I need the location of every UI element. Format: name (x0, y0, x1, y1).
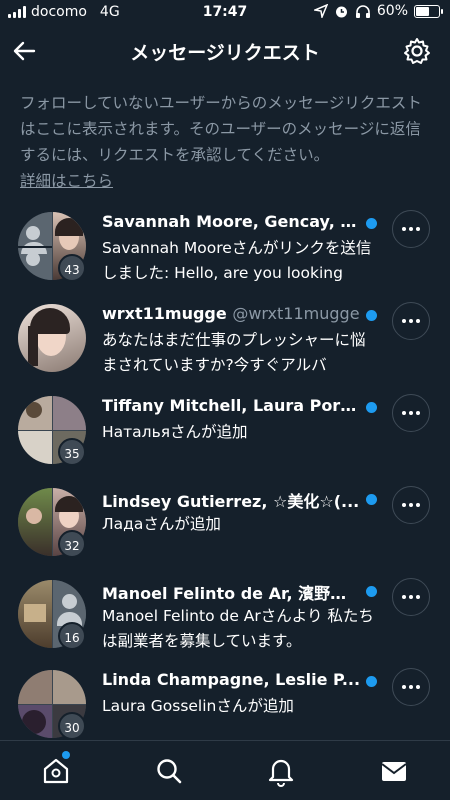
alarm-icon (335, 6, 347, 17)
more-options-button[interactable] (392, 486, 430, 524)
battery-percent: 60% (376, 3, 408, 19)
location-icon (313, 4, 328, 18)
request-title: Tiffany Mitchell, Laura Port... (102, 396, 362, 415)
request-preview: Manoel Felinto de Arさんより 私たちは副業者を募集しています… (102, 607, 374, 650)
notification-dot (62, 751, 70, 759)
bottom-nav (0, 740, 450, 800)
unread-dot (366, 676, 377, 687)
more-icon (402, 503, 420, 507)
more-options-button[interactable] (392, 210, 430, 248)
more-icon (402, 319, 420, 323)
notice-text: フォローしていないユーザーからのメッセージリクエストはここに表示されます。そのユ… (20, 94, 422, 164)
gear-icon[interactable] (402, 36, 432, 66)
bell-icon (268, 759, 294, 787)
headphones-icon (355, 4, 370, 18)
request-handle: @wrxt11mugge (232, 304, 360, 323)
more-icon (402, 411, 420, 415)
request-preview: あなたはまだ仕事のプレッシャーに悩まされていますか?今すぐアルバ (102, 331, 366, 374)
request-title: Lindsey Gutierrez, ☆美化☆(... (102, 492, 360, 511)
notice: フォローしていないユーザーからのメッセージリクエストはここに表示されます。そのユ… (20, 90, 430, 194)
request-name: wrxt11mugge (102, 304, 227, 323)
member-count-badge: 43 (58, 254, 86, 282)
battery-icon (414, 4, 443, 18)
search-icon (157, 759, 182, 784)
more-options-button[interactable] (392, 394, 430, 432)
mail-icon (381, 762, 407, 781)
nav-search[interactable] (153, 755, 185, 787)
status-bar: docomo 4G 17:47 60% (0, 0, 450, 24)
user-avatar (18, 304, 86, 372)
request-row[interactable]: 16 Manoel Felinto de Ar, 濱野勇… Manoel Fel… (0, 574, 450, 666)
member-count-badge: 35 (58, 438, 86, 466)
member-count-badge: 32 (58, 530, 86, 558)
unread-dot (366, 218, 377, 229)
request-title: Savannah Moore, Gencay, C... (102, 212, 362, 231)
request-preview: Натальяさんが追加 (102, 423, 248, 441)
nav-home[interactable] (40, 751, 72, 787)
more-options-button[interactable] (392, 668, 430, 706)
unread-dot (366, 494, 377, 505)
more-icon (402, 595, 420, 599)
request-row[interactable]: 35 Tiffany Mitchell, Laura Port... Натал… (0, 390, 450, 482)
more-icon (402, 685, 420, 689)
request-title: wrxt11mugge @wrxt11mugge (102, 304, 362, 323)
more-options-button[interactable] (392, 302, 430, 340)
request-row[interactable]: 32 Lindsey Gutierrez, ☆美化☆(... Ладаさんが追加 (0, 482, 450, 574)
request-row[interactable]: 43 Savannah Moore, Gencay, C... Savannah… (0, 206, 450, 298)
member-count-badge: 16 (58, 622, 86, 650)
nav-messages[interactable] (378, 755, 410, 787)
unread-dot (366, 310, 377, 321)
more-options-button[interactable] (392, 578, 430, 616)
page-title: メッセージリクエスト (130, 42, 320, 64)
header: メッセージリクエスト (0, 28, 450, 74)
request-title: Linda Champagne, Leslie P... (102, 670, 361, 689)
member-count-badge: 30 (58, 712, 86, 740)
request-row[interactable]: wrxt11mugge @wrxt11mugge あなたはまだ仕事のプレッシャー… (0, 298, 450, 390)
home-icon (43, 758, 69, 784)
request-preview: Savannah Mooreさんがリンクを送信しました: Hello, are … (102, 239, 372, 282)
learn-more-link[interactable]: 詳細はこちら (20, 172, 113, 190)
unread-dot (366, 586, 377, 597)
more-icon (402, 227, 420, 231)
nav-notifications[interactable] (265, 755, 297, 787)
request-title: Manoel Felinto de Ar, 濱野勇… (102, 584, 362, 603)
request-preview: Ладаさんが追加 (102, 515, 221, 533)
unread-dot (366, 402, 377, 413)
request-preview: Laura Gosselinさんが追加 (102, 697, 294, 715)
